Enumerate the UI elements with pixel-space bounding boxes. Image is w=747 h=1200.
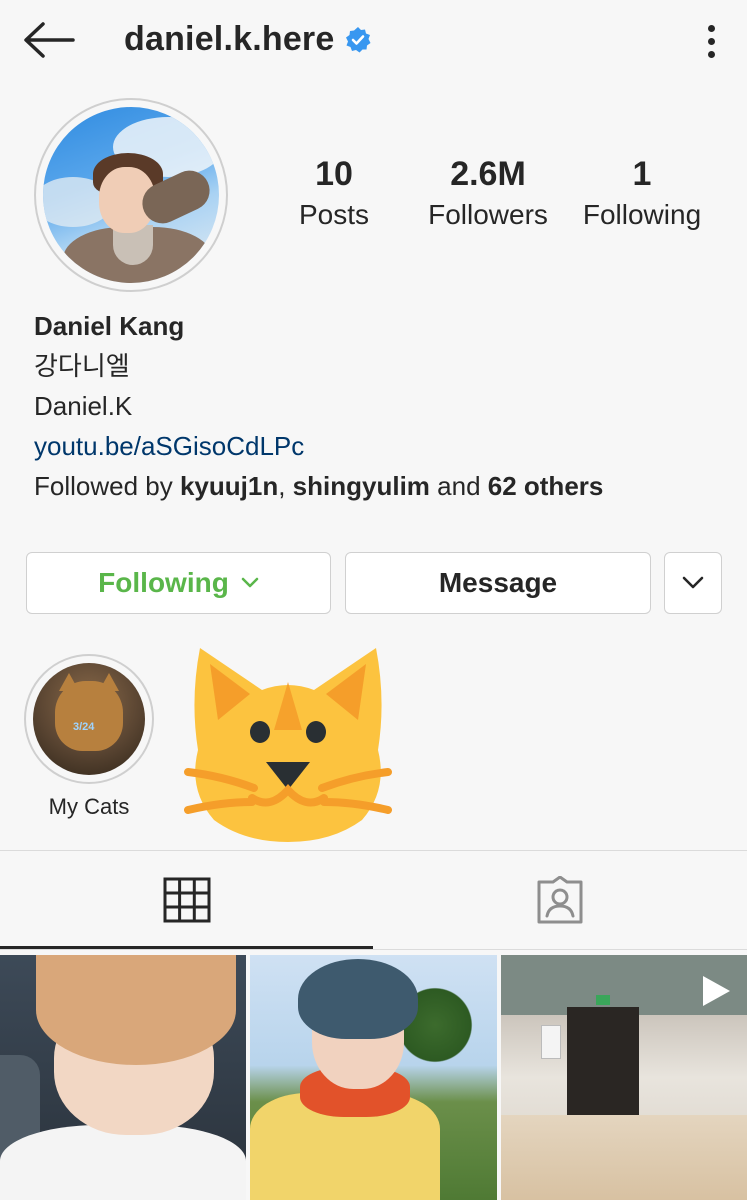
posts-label: Posts bbox=[298, 198, 370, 230]
stat-posts[interactable]: 10 Posts bbox=[284, 154, 384, 231]
followers-label: Followers bbox=[428, 198, 548, 230]
profile-avatar[interactable] bbox=[43, 107, 219, 283]
suggested-accounts-button[interactable] bbox=[664, 552, 722, 614]
cat-face-emoji-icon bbox=[184, 648, 392, 842]
chevron-down-icon bbox=[241, 577, 259, 588]
followed-by-user-1[interactable]: kyuuj1n bbox=[180, 471, 278, 501]
video-play-icon bbox=[703, 976, 730, 1006]
profile-full-name: Daniel Kang bbox=[34, 311, 185, 341]
verified-badge-icon bbox=[346, 26, 371, 52]
grid-post-1[interactable] bbox=[0, 955, 246, 1200]
profile-username-row: daniel.k.here bbox=[124, 20, 372, 59]
following-label: Following bbox=[582, 198, 702, 230]
bio-link[interactable]: youtu.be/aSGisoCdLPc bbox=[34, 426, 603, 466]
profile-bio: Daniel Kang 강다니엘 Daniel.K youtu.be/aSGis… bbox=[34, 306, 603, 506]
followers-count: 2.6M bbox=[450, 155, 526, 193]
top-bar: daniel.k.here bbox=[0, 0, 747, 82]
tab-tagged[interactable] bbox=[373, 851, 747, 949]
highlight-cover-text: 3/24 bbox=[73, 721, 95, 733]
chevron-down-icon bbox=[682, 576, 704, 589]
following-button-label: Following bbox=[98, 567, 229, 598]
message-button[interactable]: Message bbox=[345, 552, 651, 614]
profile-username: daniel.k.here bbox=[124, 20, 335, 58]
grid-icon bbox=[163, 877, 210, 923]
followed-by-prefix: Followed by bbox=[34, 471, 180, 501]
grid-post-2[interactable] bbox=[250, 955, 497, 1200]
bio-line-2: Daniel.K bbox=[34, 391, 133, 421]
message-button-label: Message bbox=[438, 567, 558, 598]
grid-post-3[interactable] bbox=[501, 955, 747, 1200]
more-options-icon[interactable] bbox=[697, 18, 725, 64]
following-count: 1 bbox=[632, 155, 652, 193]
highlight-label: My Cats bbox=[48, 794, 130, 819]
followed-by-others[interactable]: 62 others bbox=[488, 471, 604, 501]
following-button[interactable]: Following bbox=[26, 552, 331, 614]
tab-posts-grid[interactable] bbox=[0, 851, 373, 949]
tabs-bottom-divider bbox=[0, 949, 747, 950]
highlight-cover-image: 3/24 bbox=[33, 663, 145, 775]
bio-line-korean: 강다니엘 bbox=[34, 351, 130, 381]
story-highlight-my-cats[interactable]: 3/24 bbox=[24, 654, 154, 784]
followed-by-and: and bbox=[429, 471, 488, 501]
tagged-person-icon bbox=[537, 876, 583, 924]
followed-by-line[interactable]: Followed by kyuuj1n, shingyulim and 62 o… bbox=[34, 466, 603, 506]
profile-avatar-ring[interactable] bbox=[34, 98, 228, 292]
followed-by-sep: , bbox=[278, 471, 293, 501]
followed-by-user-2[interactable]: shingyulim bbox=[293, 471, 430, 501]
stat-following[interactable]: 1 Following bbox=[572, 154, 712, 231]
back-arrow-icon[interactable] bbox=[20, 16, 76, 64]
stat-followers[interactable]: 2.6M Followers bbox=[418, 154, 558, 231]
posts-count: 10 bbox=[315, 155, 353, 193]
